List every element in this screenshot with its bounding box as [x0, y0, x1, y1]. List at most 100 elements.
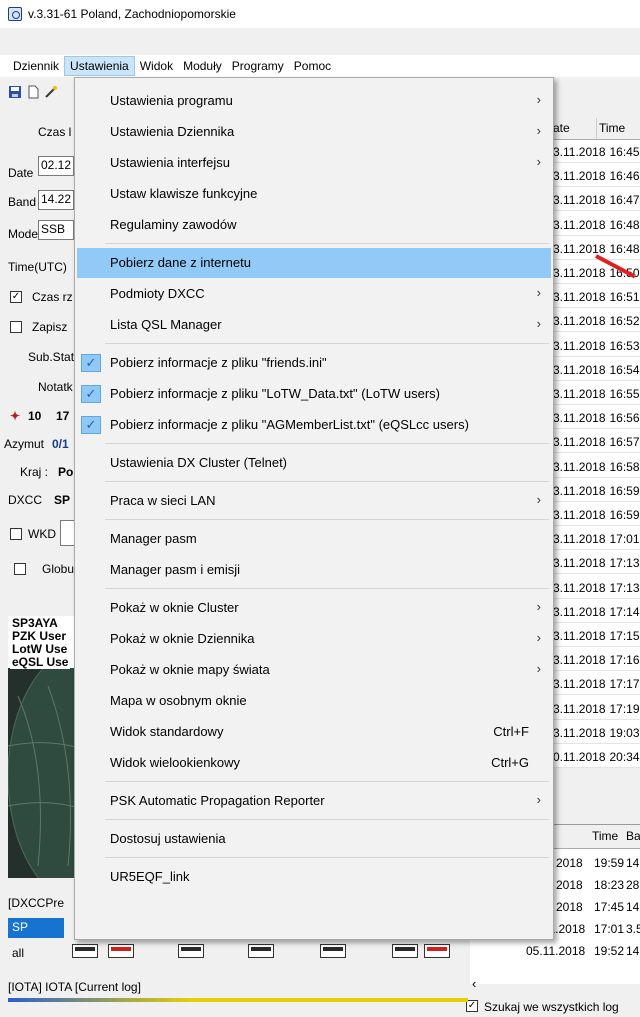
table-row[interactable]: 3.11.2018 16:46 — [551, 166, 640, 188]
menu-item-label: Manager pasm — [110, 531, 197, 546]
menu-item-pobierz-informacje-z-pliku-friends-ini[interactable]: ✓ Pobierz informacje z pliku "friends.ini… — [77, 348, 551, 378]
cell-time: 17:17 — [609, 677, 640, 692]
menu-item-pokaż-w-oknie-mapy-świata[interactable]: Pokaż w oknie mapy świata › — [77, 655, 551, 685]
menu-item-ustawienia-programu[interactable]: Ustawienia programu › — [77, 86, 551, 116]
dxcc-row-sp[interactable]: SP — [8, 918, 64, 938]
menu-item-ustaw-klawisze-funkcyjne[interactable]: Ustaw klawisze funkcyjne — [77, 179, 551, 209]
save-icon[interactable] — [8, 85, 22, 99]
globu-checkbox[interactable] — [14, 563, 26, 575]
menu-item-mapa-w-osobnym-oknie[interactable]: Mapa w osobnym oknie — [77, 686, 551, 716]
table-row[interactable]: 3.11.2018 17:15 — [551, 626, 640, 647]
cell: 05.11.2018 — [526, 944, 586, 958]
menu-item-pokaż-w-oknie-dziennika[interactable]: Pokaż w oknie Dziennika › — [77, 624, 551, 654]
menu-item-ustawienia-interfejsu[interactable]: Ustawienia interfejsu › — [77, 148, 551, 178]
menu-pomoc[interactable]: Pomoc — [289, 57, 336, 75]
menu-item-pobierz-informacje-z-pliku-agmemberlist-txt-eqslcc-users[interactable]: ✓ Pobierz informacje z pliku "AGMemberLis… — [77, 410, 551, 440]
table-row[interactable]: 3.11.2018 16:45 — [551, 142, 640, 163]
menu-item-pokaż-w-oknie-cluster[interactable]: Pokaż w oknie Cluster › — [77, 593, 551, 623]
menu-item-podmioty-dxcc[interactable]: Podmioty DXCC › — [77, 279, 551, 309]
zapisz-checkbox[interactable] — [10, 321, 22, 333]
table-row[interactable]: 3.11.2018 16:58 — [551, 457, 640, 478]
table-row[interactable]: 3.11.2018 16:55 — [551, 384, 640, 405]
menu-item-widok-standardowy[interactable]: Widok standardowy Ctrl+F — [77, 717, 551, 747]
czas-rz-checkbox[interactable]: ✓ — [10, 291, 22, 303]
menu-separator — [105, 243, 549, 244]
dxcc-row-all[interactable]: all — [12, 946, 24, 960]
table-row[interactable]: 3.11.2018 17:13 — [551, 553, 640, 575]
table-row[interactable]: 3.11.2018 16:53 — [551, 336, 640, 357]
table-row[interactable]: 3.11.2018 16:59 — [551, 505, 640, 526]
azymut-value: 0/1 — [52, 437, 69, 451]
table-row[interactable]: 3.11.2018 17:17 — [551, 674, 640, 696]
menu-item-manager-pasm-i-emisji[interactable]: Manager pasm i emisji — [77, 555, 551, 585]
menu-item-label: Ustawienia interfejsu — [110, 155, 230, 170]
scroll-left-icon[interactable]: ‹ — [472, 976, 476, 991]
new-file-icon[interactable] — [26, 85, 40, 99]
table-row[interactable]: 0.11.2018 20:34 — [551, 747, 640, 768]
log-col-time[interactable]: Time — [597, 118, 640, 139]
menu-moduly[interactable]: Moduły — [178, 57, 227, 75]
table-row[interactable]: 3.11.2018 16:48 — [551, 215, 640, 236]
menu-separator — [105, 781, 549, 782]
menu-item-ustawienia-dx-cluster-telnet[interactable]: Ustawienia DX Cluster (Telnet) — [77, 448, 551, 478]
list-item[interactable]: 05.11.2018 19:52 14 — [470, 941, 640, 963]
wand-icon[interactable] — [44, 85, 58, 99]
menu-item-lista-qsl-manager[interactable]: Lista QSL Manager › — [77, 310, 551, 340]
menu-item-regulaminy-zawodów[interactable]: Regulaminy zawodów — [77, 210, 551, 240]
menu-item-manager-pasm[interactable]: Manager pasm — [77, 524, 551, 554]
cell-date: 3.11.2018 — [553, 580, 606, 595]
menu-item-pobierz-informacje-z-pliku-lotw-data-txt-lotw-users[interactable]: ✓ Pobierz informacje z pliku "LoTW_Data.t… — [77, 379, 551, 409]
band-status-icon-fill — [75, 947, 95, 951]
table-row[interactable]: 3.11.2018 16:59 — [551, 481, 640, 502]
substat-label: Sub.Stat — [28, 350, 75, 364]
chevron-right-icon: › — [536, 599, 541, 614]
table-row[interactable]: 3.11.2018 16:52 — [551, 311, 640, 333]
log-col-date[interactable]: ate — [551, 118, 597, 139]
table-row[interactable]: 3.11.2018 16:57 — [551, 432, 640, 454]
menu-item-psk-automatic-propagation-reporter[interactable]: PSK Automatic Propagation Reporter › — [77, 786, 551, 816]
menu-item-praca-w-sieci-lan[interactable]: Praca w sieci LAN › — [77, 486, 551, 516]
title-bar: v.3.31-61 Poland, Zachodniopomorskie — [0, 0, 640, 28]
band-status-icon — [424, 944, 450, 958]
menu-dziennik[interactable]: Dziennik — [8, 57, 64, 75]
table-row[interactable]: 3.11.2018 16:47 — [551, 190, 640, 212]
results-col-time[interactable]: Time — [592, 829, 618, 843]
table-row[interactable]: 3.11.2018 17:19 — [551, 699, 640, 720]
menu-item-label: Ustaw klawisze funkcyjne — [110, 186, 258, 201]
table-row[interactable]: 3.11.2018 16:51 — [551, 287, 640, 309]
iota-group-label: [IOTA] IOTA [Current log] — [8, 980, 141, 994]
cell-time: 17:13 — [609, 556, 640, 571]
table-row[interactable]: 3.11.2018 17:13 — [551, 578, 640, 599]
table-row[interactable]: 3.11.2018 17:16 — [551, 650, 640, 672]
dxcc-label: DXCC — [8, 493, 43, 507]
date-field[interactable]: 02.12 — [38, 156, 74, 176]
table-row[interactable]: 3.11.2018 17:01 — [551, 529, 640, 551]
band-field[interactable]: 14.22 — [38, 190, 74, 210]
menu-widok[interactable]: Widok — [135, 57, 178, 75]
cell-date: 3.11.2018 — [553, 604, 606, 619]
check-icon: ✓ — [81, 385, 101, 403]
cell-date: 3.11.2018 — [553, 435, 606, 450]
window-title: v.3.31-61 Poland, Zachodniopomorskie — [28, 7, 236, 21]
results-col-band[interactable]: Ba — [626, 829, 640, 843]
menu-item-label: Pokaż w oknie Dziennika — [110, 631, 255, 646]
table-row[interactable]: 3.11.2018 16:56 — [551, 408, 640, 430]
menu-item-dostosuj-ustawienia[interactable]: Dostosuj ustawienia — [77, 824, 551, 854]
chevron-right-icon: › — [536, 316, 541, 331]
table-row[interactable]: 3.11.2018 16:54 — [551, 360, 640, 381]
cell: 2018 — [556, 878, 583, 892]
menu-ustawienia[interactable]: Ustawienia — [64, 56, 135, 76]
notatk-label: Notatk — [38, 380, 73, 394]
chevron-right-icon: › — [536, 661, 541, 676]
menu-item-ustawienia-dziennika[interactable]: Ustawienia Dziennika › — [77, 117, 551, 147]
menu-item-pobierz-dane-z-internetu[interactable]: Pobierz dane z internetu — [77, 248, 551, 278]
menu-item-ur5eqf-link[interactable]: UR5EQF_link — [77, 862, 551, 892]
info-lotw: LotW Use — [10, 642, 70, 656]
mode-field[interactable]: SSB — [38, 220, 74, 240]
menu-item-widok-wielookienkowy[interactable]: Widok wielookienkowy Ctrl+G — [77, 748, 551, 778]
globu-label: Globu — [42, 562, 75, 576]
table-row[interactable]: 3.11.2018 17:14 — [551, 602, 640, 623]
table-row[interactable]: 3.11.2018 19:03 — [551, 723, 640, 744]
menu-programy[interactable]: Programy — [227, 57, 289, 75]
wkd-checkbox[interactable] — [10, 528, 22, 540]
